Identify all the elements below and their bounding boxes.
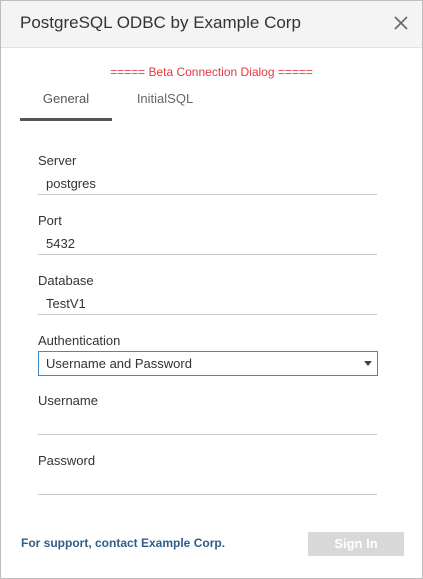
database-field[interactable] — [38, 293, 377, 315]
username-field[interactable] — [38, 413, 377, 435]
tab-initialsql[interactable]: InitialSQL — [120, 89, 210, 118]
connection-dialog: PostgreSQL ODBC by Example Corp ===== Be… — [0, 0, 423, 579]
password-label: Password — [38, 453, 96, 468]
dialog-title: PostgreSQL ODBC by Example Corp — [20, 13, 301, 32]
tab-general[interactable]: General — [20, 89, 112, 121]
password-field[interactable] — [38, 473, 377, 495]
username-label: Username — [38, 393, 98, 408]
server-field[interactable] — [38, 173, 377, 195]
authentication-selected-value: Username and Password — [46, 356, 192, 371]
support-link[interactable]: For support, contact Example Corp. — [21, 536, 225, 550]
port-label: Port — [38, 213, 62, 228]
authentication-label: Authentication — [38, 333, 121, 348]
server-label: Server — [38, 153, 77, 168]
sign-in-button[interactable]: Sign In — [308, 532, 404, 556]
database-label: Database — [38, 273, 94, 288]
dialog-titlebar: PostgreSQL ODBC by Example Corp — [1, 1, 422, 48]
authentication-select[interactable]: Username and Password — [38, 351, 378, 376]
chevron-down-icon — [364, 361, 372, 366]
beta-notice: ===== Beta Connection Dialog ===== — [110, 65, 313, 79]
close-icon[interactable] — [392, 14, 410, 32]
port-field[interactable] — [38, 233, 377, 255]
